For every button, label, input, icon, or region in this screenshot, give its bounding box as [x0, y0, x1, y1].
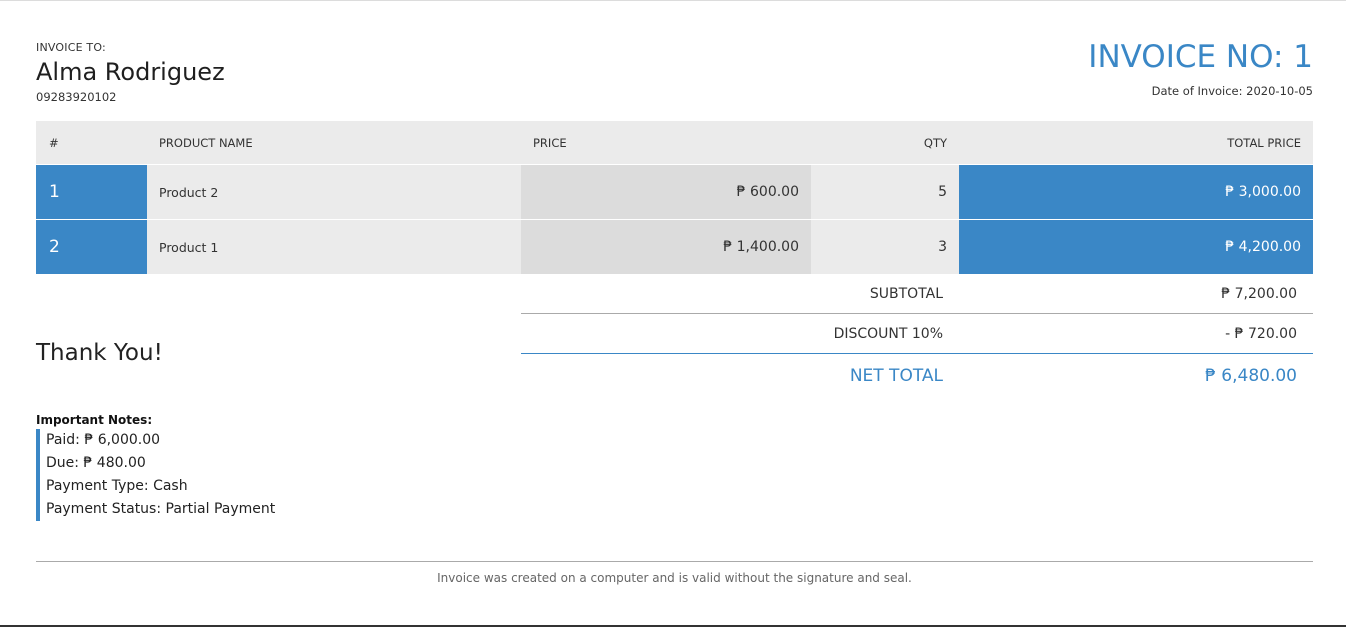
invoice-items-table: # PRODUCT NAME PRICE QTY TOTAL PRICE 1 P…	[36, 121, 1313, 274]
note-due: Due: ₱ 480.00	[46, 455, 146, 471]
invoice-to-label: INVOICE TO:	[36, 41, 106, 54]
row-total-price: ₱ 4,200.00	[959, 220, 1313, 274]
thank-you-message: Thank You!	[36, 340, 163, 366]
discount-label: DISCOUNT 10%	[833, 325, 943, 342]
top-divider	[0, 0, 1346, 1]
net-total-value: ₱ 6,480.00	[1205, 366, 1297, 386]
subtotal-row: SUBTOTAL ₱ 7,200.00	[521, 274, 1313, 314]
client-phone: 09283920102	[36, 90, 117, 104]
row-total-price: ₱ 3,000.00	[959, 165, 1313, 219]
header-product-name: PRODUCT NAME	[159, 135, 253, 150]
table-row: 2 Product 1 ₱ 1,400.00 3 ₱ 4,200.00	[36, 220, 1313, 274]
invoice-number: INVOICE NO: 1	[1088, 39, 1313, 75]
row-number: 2	[36, 220, 147, 274]
invoice-date: Date of Invoice: 2020-10-05	[1151, 84, 1313, 98]
table-header: # PRODUCT NAME PRICE QTY TOTAL PRICE	[36, 121, 1313, 164]
notes-title: Important Notes:	[36, 413, 153, 427]
subtotal-value: ₱ 7,200.00	[1221, 285, 1297, 302]
notes-list: Paid: ₱ 6,000.00 Due: ₱ 480.00 Payment T…	[36, 429, 275, 521]
row-price: ₱ 1,400.00	[521, 220, 811, 274]
row-product-name: Product 2	[147, 165, 521, 219]
header-qty: QTY	[923, 135, 947, 150]
header-number: #	[49, 135, 59, 150]
discount-value: - ₱ 720.00	[1225, 325, 1297, 342]
row-price: ₱ 600.00	[521, 165, 811, 219]
net-total-row: NET TOTAL ₱ 6,480.00	[521, 354, 1313, 398]
header-total-price: TOTAL PRICE	[1227, 135, 1301, 150]
footer-note: Invoice was created on a computer and is…	[437, 571, 912, 585]
subtotal-label: SUBTOTAL	[869, 285, 943, 302]
discount-row: DISCOUNT 10% - ₱ 720.00	[521, 314, 1313, 354]
row-qty: 5	[811, 165, 959, 219]
note-payment-status: Payment Status: Partial Payment	[46, 501, 276, 517]
row-product-name: Product 1	[147, 220, 521, 274]
client-name: Alma Rodriguez	[36, 58, 225, 86]
footer-divider	[36, 561, 1313, 562]
note-paid: Paid: ₱ 6,000.00	[46, 432, 161, 448]
row-number: 1	[36, 165, 147, 219]
header-price: PRICE	[533, 135, 567, 150]
table-row: 1 Product 2 ₱ 600.00 5 ₱ 3,000.00	[36, 165, 1313, 219]
row-qty: 3	[811, 220, 959, 274]
totals-summary: SUBTOTAL ₱ 7,200.00 DISCOUNT 10% - ₱ 720…	[521, 274, 1313, 398]
net-total-label: NET TOTAL	[849, 366, 943, 386]
note-payment-type: Payment Type: Cash	[46, 478, 188, 494]
